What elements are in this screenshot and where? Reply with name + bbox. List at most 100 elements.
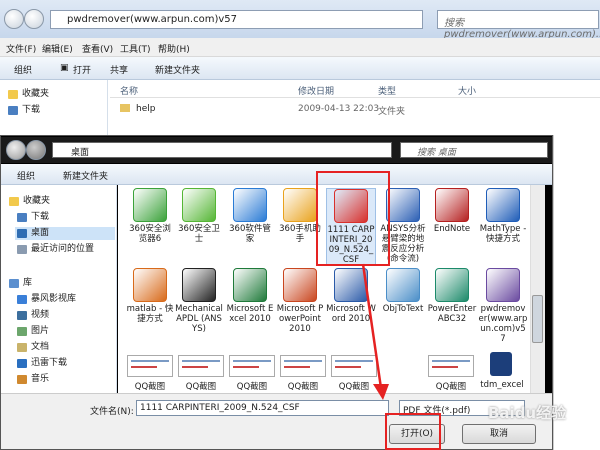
back-nav-button[interactable] xyxy=(4,9,24,29)
word-doc-icon xyxy=(386,188,420,222)
app-icon xyxy=(182,268,216,302)
file-item[interactable]: Mechanical APDL (ANSYS) xyxy=(174,268,224,334)
recent-icon xyxy=(17,245,27,254)
open-button[interactable]: 打开(O) xyxy=(389,424,445,444)
table-row-name[interactable]: help xyxy=(136,104,155,114)
screenshot-thumbnail[interactable] xyxy=(428,355,474,377)
file-item[interactable]: MathType - 快捷方式 xyxy=(478,188,528,244)
app-icon xyxy=(435,188,469,222)
sidebar-item-recent[interactable]: 最近访问的位置 xyxy=(15,243,123,256)
powerpoint-icon xyxy=(283,268,317,302)
folder-icon xyxy=(120,104,130,112)
thumb-label: QQ截图 xyxy=(134,382,166,392)
sidebar-item-music[interactable]: 音乐 xyxy=(15,373,123,386)
app-icon xyxy=(233,188,267,222)
sidebar-downloads[interactable]: 下载 xyxy=(6,104,114,117)
sidebar-item-pictures[interactable]: 图片 xyxy=(15,325,123,338)
sidebar-item-desktop[interactable]: 桌面 xyxy=(15,227,115,240)
file-item[interactable]: 360手机助手 xyxy=(275,188,325,244)
sidebar-favorites[interactable]: 收藏夹 xyxy=(7,195,115,208)
file-item[interactable]: 360安全卫士 xyxy=(174,188,224,244)
file-item[interactable]: 360安全浏览器6 xyxy=(125,188,175,244)
screenshot-thumbnail[interactable] xyxy=(178,355,224,377)
desktop-icon xyxy=(17,229,27,238)
music-icon xyxy=(17,375,27,384)
file-item[interactable]: pwdremover(www.arpun.com)v57 xyxy=(478,268,528,344)
app-icon xyxy=(283,188,317,222)
watermark: Baidu经验 xyxy=(488,404,567,422)
open-button[interactable]: 打开 xyxy=(73,63,91,76)
menu-tools[interactable]: 工具(T) xyxy=(120,42,151,55)
filename-label: 文件名(N): xyxy=(90,407,134,417)
picture-icon xyxy=(17,327,27,336)
menu-file[interactable]: 文件(F) xyxy=(6,42,36,55)
dialog-new-folder-button[interactable]: 新建文件夹 xyxy=(63,169,108,182)
annotation-arrow xyxy=(361,263,389,400)
library-icon xyxy=(9,279,19,288)
scrollbar-thumb[interactable] xyxy=(532,295,543,343)
sidebar-libraries[interactable]: 库 xyxy=(7,277,115,290)
dialog-address-field[interactable]: 桌面 xyxy=(52,142,392,158)
file-item[interactable]: ANSYS分析悬臂梁的地震反应分析(命令流) xyxy=(378,188,428,264)
video-library-icon xyxy=(17,295,27,304)
menu-help[interactable]: 帮助(H) xyxy=(158,42,190,55)
file-item[interactable]: matlab - 快捷方式 xyxy=(125,268,175,324)
tdm-excel-icon xyxy=(490,352,512,376)
app-icon xyxy=(133,268,167,302)
video-icon xyxy=(17,311,27,320)
selected-pdf-file[interactable]: 1111 CARPINTERI_2009_N.524_CSF xyxy=(326,188,376,266)
dialog-address-text: 桌面 xyxy=(71,148,90,158)
file-item[interactable]: Microsoft PowerPoint 2010 xyxy=(275,268,325,334)
download-icon xyxy=(17,213,27,222)
app-icon xyxy=(486,188,520,222)
filename-input[interactable]: 1111 CARPINTERI_2009_N.524_CSF xyxy=(136,400,389,416)
col-name[interactable]: 名称 xyxy=(120,84,138,97)
back-column-headers: 名称 修改日期 类型 大小 xyxy=(110,80,600,98)
dialog-organize-button[interactable]: 组织 xyxy=(17,169,35,182)
file-item[interactable]: Microsoft Excel 2010 xyxy=(225,268,275,324)
organize-button[interactable]: 组织 xyxy=(14,63,32,76)
new-folder-button[interactable]: 新建文件夹 xyxy=(155,63,200,76)
file-item[interactable]: 360软件管家 xyxy=(225,188,275,244)
dialog-search-input[interactable]: 搜索 桌面 xyxy=(400,142,548,158)
share-button[interactable]: 共享 xyxy=(110,63,128,76)
menu-bar: 文件(F) 编辑(E) 查看(V) 工具(T) 帮助(H) xyxy=(0,38,600,57)
back-search-input[interactable]: 搜索 pwdremover(www.arpun.com)... xyxy=(437,10,600,40)
thumb-label: tdm_excel xyxy=(480,380,524,390)
thumb-label: QQ截图 xyxy=(435,382,467,392)
star-icon xyxy=(8,90,18,99)
sidebar-favorites[interactable]: 收藏夹 xyxy=(6,88,114,101)
screenshot-thumbnail[interactable] xyxy=(127,355,173,377)
dialog-forward-button[interactable] xyxy=(26,140,46,160)
thumb-label: QQ截图 xyxy=(185,382,217,392)
star-icon xyxy=(9,197,19,206)
table-row-modified: 2009-04-13 22:03 xyxy=(298,104,380,114)
file-item[interactable]: EndNote xyxy=(427,188,477,234)
col-size[interactable]: 大小 xyxy=(458,84,476,97)
file-item[interactable]: PowerEnterABC32 xyxy=(427,268,477,324)
menu-view[interactable]: 查看(V) xyxy=(82,42,113,55)
archive-icon xyxy=(486,268,520,302)
sidebar-item-documents[interactable]: 文档 xyxy=(15,341,123,354)
cancel-button[interactable]: 取消 xyxy=(462,424,536,444)
download-icon xyxy=(8,106,18,115)
sidebar-item-downloads[interactable]: 下载 xyxy=(15,211,123,224)
back-toolbar: 组织 ▣ 打开 共享 新建文件夹 xyxy=(0,57,600,80)
sidebar-item-baofeng[interactable]: 暴风影视库 xyxy=(15,293,123,306)
excel-icon xyxy=(233,268,267,302)
menu-edit[interactable]: 编辑(E) xyxy=(42,42,73,55)
back-address-field[interactable]: pwdremover(www.arpun.com)v57 xyxy=(50,10,423,29)
sidebar-item-videos[interactable]: 视频 xyxy=(15,309,123,322)
screenshot-thumbnail[interactable] xyxy=(229,355,275,377)
dialog-scrollbar[interactable] xyxy=(530,185,545,393)
dialog-back-button[interactable] xyxy=(6,140,26,160)
app-icon xyxy=(435,268,469,302)
thumb-label: QQ截图 xyxy=(236,382,268,392)
screenshot-thumbnail[interactable] xyxy=(280,355,326,377)
download-icon xyxy=(17,359,27,368)
forward-nav-button[interactable] xyxy=(24,9,44,29)
col-type[interactable]: 类型 xyxy=(378,84,396,97)
sidebar-item-thunder[interactable]: 迅雷下载 xyxy=(15,357,123,370)
col-modified[interactable]: 修改日期 xyxy=(298,84,334,97)
dialog-toolbar: 组织 新建文件夹 xyxy=(1,164,552,185)
